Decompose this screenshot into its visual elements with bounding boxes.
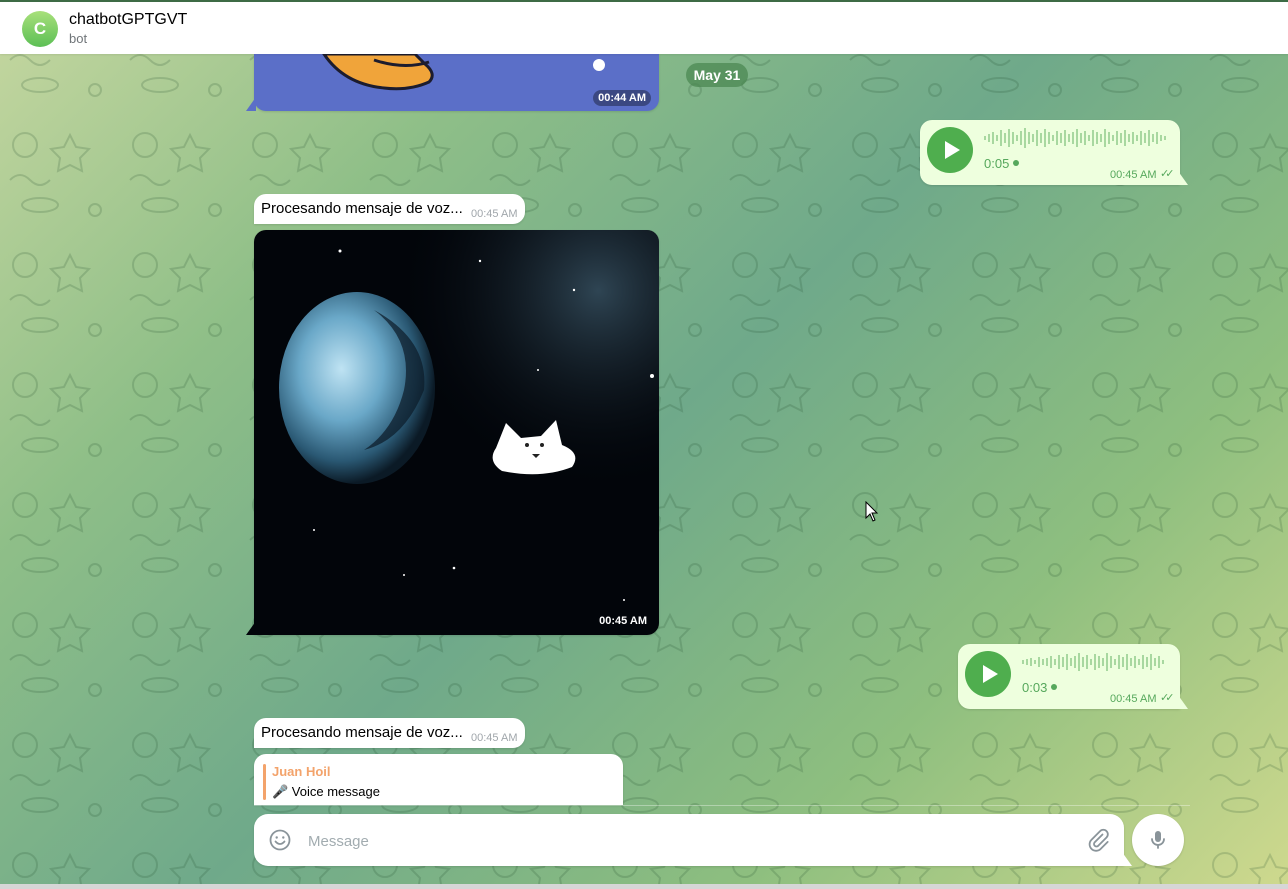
play-button[interactable] — [927, 127, 973, 173]
double-check-icon: ✓✓ — [1160, 692, 1175, 704]
sticker-message[interactable]: 00:44 AM — [254, 54, 659, 111]
message-time: 00:45 AM — [1110, 693, 1157, 705]
reply-preview[interactable]: 🎤 Voice message — [272, 784, 380, 800]
unplayed-dot — [1013, 160, 1019, 166]
message-time: 00:45 AM — [471, 208, 518, 220]
message-time: 00:45 AM — [599, 615, 647, 627]
mouse-cursor-icon — [865, 501, 879, 522]
voice-duration: 0:03 — [1022, 680, 1048, 695]
message-text: Procesando mensaje de voz... — [261, 724, 463, 741]
voice-message[interactable]: 0:03 00:45 AM ✓✓ — [958, 644, 1180, 709]
reply-author[interactable]: Juan Hoil — [272, 764, 331, 779]
chat-subtitle: bot — [69, 31, 88, 46]
window-bottom-edge — [0, 884, 1288, 889]
text-message[interactable]: Procesando mensaje de voz... 00:45 AM — [254, 718, 525, 748]
avatar[interactable]: C — [22, 11, 58, 47]
voice-duration: 0:05 — [984, 156, 1010, 171]
microphone-icon — [1151, 831, 1165, 849]
emoji-icon[interactable] — [268, 828, 292, 852]
voice-waveform[interactable] — [984, 126, 1174, 150]
message-time: 00:45 AM — [1110, 169, 1157, 181]
message-time: 00:45 AM — [471, 732, 518, 744]
bubble-tail — [1178, 171, 1188, 185]
unplayed-dot — [1051, 684, 1057, 690]
text-message[interactable]: Procesando mensaje de voz... 00:45 AM — [254, 194, 525, 224]
paperclip-icon[interactable] — [1086, 828, 1110, 852]
reply-indicator-bar — [263, 764, 266, 800]
record-voice-button[interactable] — [1132, 814, 1184, 866]
play-button[interactable] — [965, 651, 1011, 697]
voice-message[interactable]: 0:05 00:45 AM ✓✓ — [920, 120, 1180, 185]
date-separator: May 31 — [686, 63, 748, 87]
message-time: 00:44 AM — [593, 90, 651, 106]
message-input[interactable] — [306, 826, 1070, 856]
chat-header[interactable]: C chatbotGPTGVT bot — [0, 0, 1288, 54]
composer-divider — [254, 805, 1190, 806]
voice-waveform[interactable] — [1022, 650, 1172, 674]
space-image — [254, 230, 659, 635]
message-text: Procesando mensaje de voz... — [261, 200, 463, 217]
chat-title[interactable]: chatbotGPTGVT — [69, 11, 187, 29]
double-check-icon: ✓✓ — [1160, 168, 1175, 180]
image-message[interactable]: 00:45 AM — [254, 230, 659, 635]
